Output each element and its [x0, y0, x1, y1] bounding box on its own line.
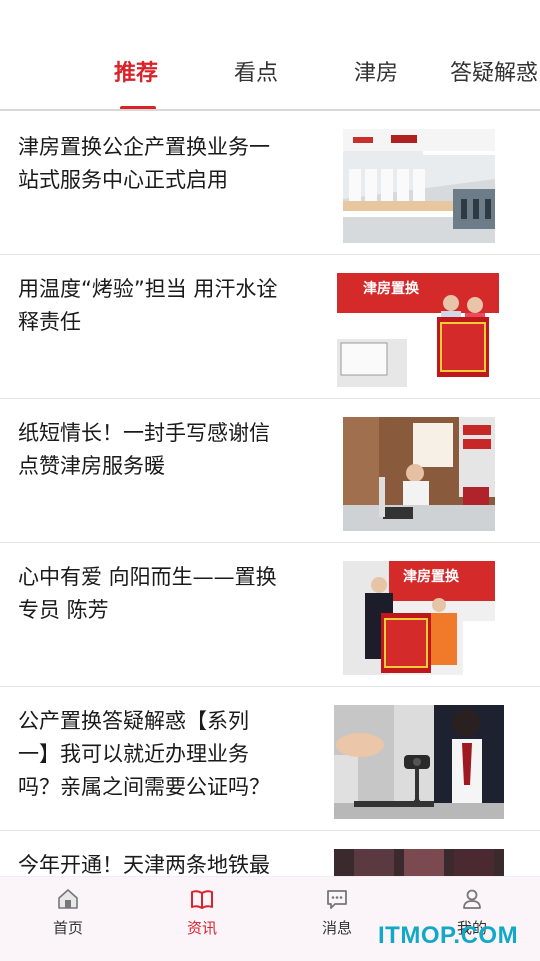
nav-home[interactable]: 首页	[8, 877, 128, 961]
list-item[interactable]: 心中有爱 向阳而生——置换 专员 陈芳 津房置换	[0, 543, 540, 687]
book-icon	[190, 887, 214, 911]
tab-highlights[interactable]: 看点	[234, 56, 278, 92]
banner-logo-text: 津房置换	[363, 280, 420, 296]
camera-presenter-thumbnail	[334, 705, 504, 819]
banner-award-thumbnail: 津房置换	[337, 273, 499, 387]
watermark: ITMOP.COM	[378, 922, 519, 949]
tab-recommend[interactable]: 推荐	[114, 56, 158, 92]
tab-jinfang[interactable]: 津房	[354, 56, 398, 92]
article-title: 津房置换公企产置换业务一 站式服务中心正式启用	[18, 135, 270, 192]
list-item[interactable]: 津房置换公企产置换业务一 站式服务中心正式启用	[0, 111, 540, 255]
nav-news[interactable]: 资讯	[142, 877, 262, 961]
service-desk-thumbnail	[343, 417, 495, 531]
list-item[interactable]: 用温度“烤验”担当 用汗水诠 释责任 津房置换	[0, 255, 540, 399]
people-thumbnail	[334, 849, 504, 876]
article-title: 用温度“烤验”担当 用汗水诠 释责任	[18, 277, 278, 334]
article-title: 心中有爱 向阳而生——置换 专员 陈芳	[18, 565, 277, 622]
message-icon	[325, 887, 349, 911]
tab-qa[interactable]: 答疑解惑	[450, 56, 538, 92]
list-item[interactable]: 公产置换答疑解惑【系列 一】我可以就近办理业务 吗？亲属之间需要公证吗？	[0, 687, 540, 831]
list-item[interactable]: 今年开通！天津两条地铁最	[0, 831, 540, 876]
home-icon	[56, 887, 80, 911]
article-title: 公产置换答疑解惑【系列 一】我可以就近办理业务 吗？亲属之间需要公证吗？	[18, 709, 270, 799]
service-hall-thumbnail	[343, 129, 495, 243]
article-title: 纸短情长！一封手写感谢信 点赞津房服务暖	[18, 421, 270, 478]
article-title: 今年开通！天津两条地铁最	[18, 853, 270, 876]
user-icon	[460, 887, 484, 911]
banner-logo-text: 津房置换	[403, 568, 460, 584]
banner-award-thumbnail: 津房置换	[343, 561, 495, 675]
news-feed[interactable]: 津房置换公企产置换业务一 站式服务中心正式启用 用温度“烤验”担当 用汗水诠 释…	[0, 111, 540, 876]
list-item[interactable]: 纸短情长！一封手写感谢信 点赞津房服务暖	[0, 399, 540, 543]
top-tab-bar: 推荐 看点 津房 答疑解惑	[0, 0, 540, 111]
